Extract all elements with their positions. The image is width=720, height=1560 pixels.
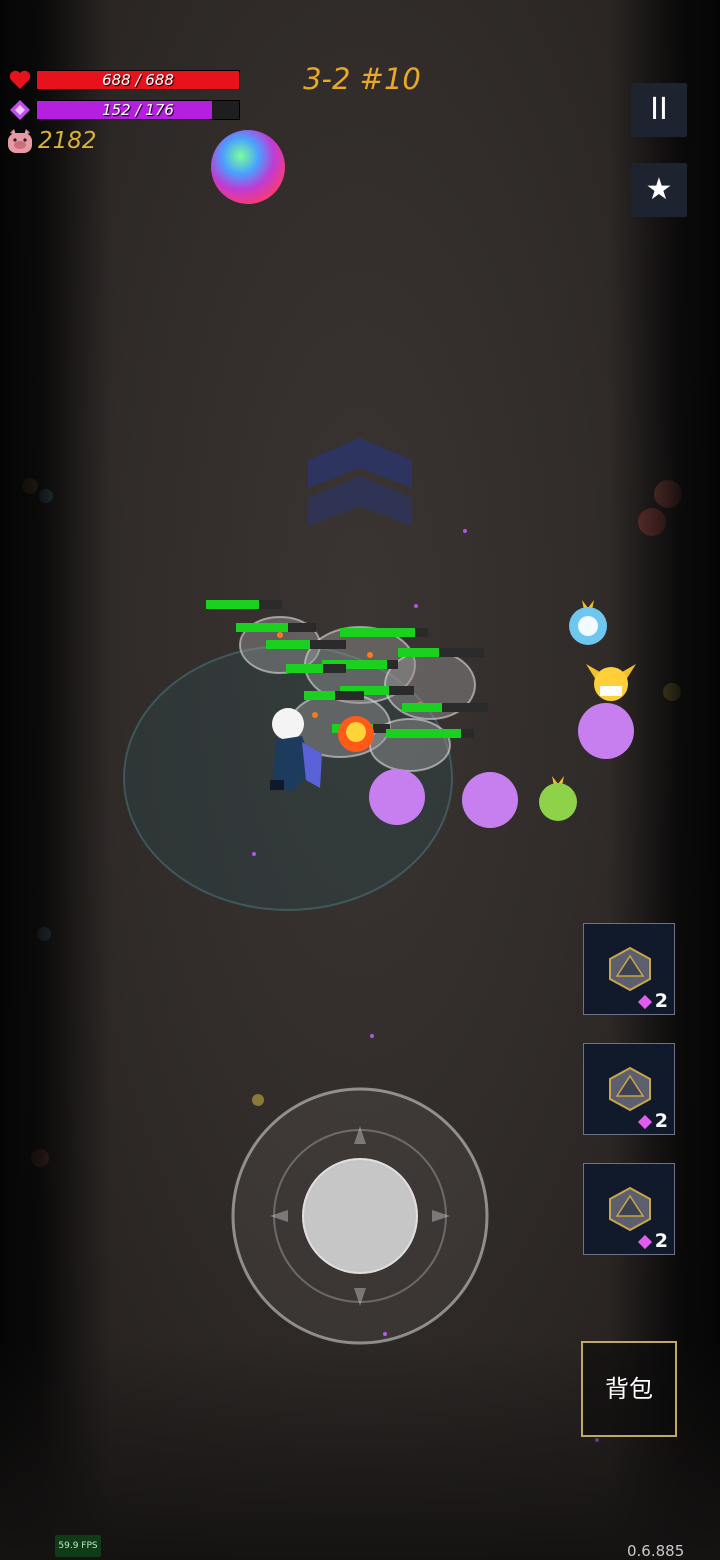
version-label: 0.6.885 — [627, 1542, 685, 1560]
health-text: 688 / 688 — [102, 71, 174, 89]
mana-gem-icon — [637, 994, 653, 1010]
star-icon: ★ — [645, 172, 673, 207]
purple-orb-projectiles — [369, 703, 634, 828]
skill-slot-2[interactable]: 2 — [583, 1043, 675, 1135]
yellow-pet-icon — [586, 664, 636, 701]
backpack-button[interactable]: 背包 — [581, 1341, 677, 1437]
pause-icon: II — [650, 92, 668, 127]
level-indicator: 3-2 #10 — [303, 62, 421, 96]
favorite-button[interactable]: ★ — [631, 163, 687, 217]
d20-dice-icon — [609, 1186, 651, 1232]
game-viewport[interactable]: 688 / 688 152 / 176 2182 3-2 #10 II ★ 2 … — [0, 0, 720, 1560]
mana-gem-icon — [637, 1114, 653, 1130]
mana-gem-icon — [10, 100, 30, 120]
skill-slot-1[interactable]: 2 — [583, 923, 675, 1015]
pig-coin-icon — [8, 129, 32, 153]
skill-slot-3[interactable]: 2 — [583, 1163, 675, 1255]
pause-button[interactable]: II — [631, 83, 687, 137]
blue-pet-icon — [569, 600, 607, 645]
mana-gem-icon — [637, 1234, 653, 1250]
skill-cost: 2 — [654, 990, 668, 1012]
joystick-knob[interactable] — [302, 1158, 418, 1274]
mana-text: 152 / 176 — [102, 101, 174, 119]
mana-bar: 152 / 176 — [36, 100, 240, 120]
d20-dice-icon — [609, 946, 651, 992]
d20-dice-icon — [609, 1066, 651, 1112]
skill-cost: 2 — [654, 1230, 668, 1252]
green-pet-icon — [539, 776, 577, 821]
skill-cost: 2 — [654, 1110, 668, 1132]
health-bar: 688 / 688 — [36, 70, 240, 90]
coin-count: 2182 — [38, 128, 97, 154]
heart-icon — [9, 70, 31, 89]
fps-counter: 59.9 FPS — [55, 1535, 101, 1557]
virtual-joystick[interactable] — [230, 1086, 490, 1346]
